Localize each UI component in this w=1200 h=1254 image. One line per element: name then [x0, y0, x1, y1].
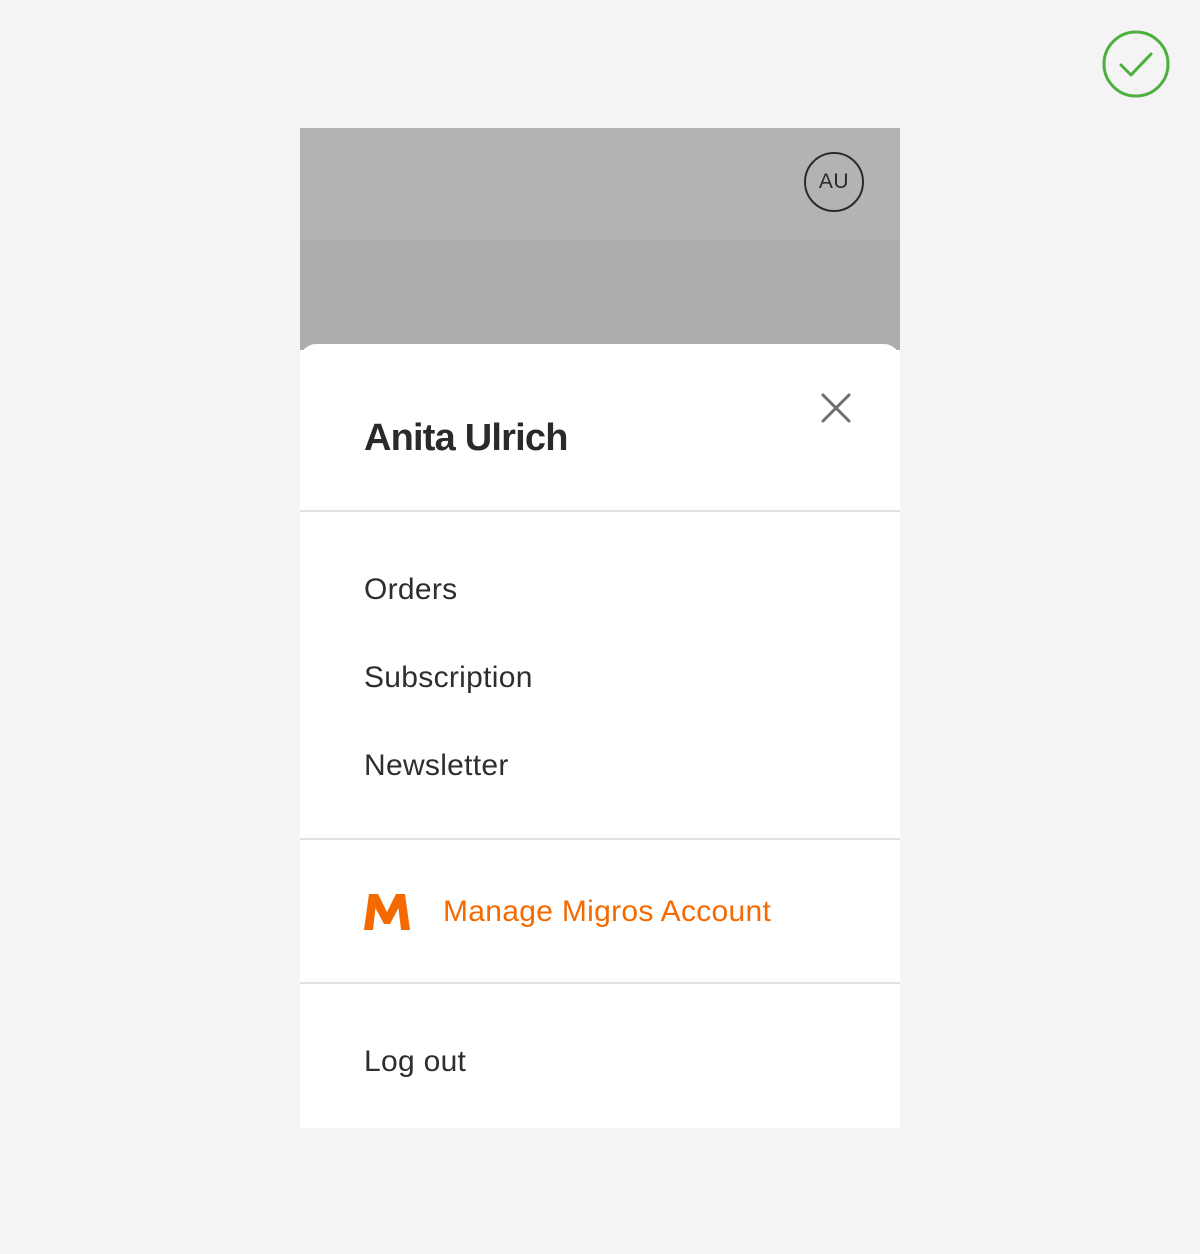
logout-button[interactable]: Log out — [364, 1042, 466, 1082]
account-menu-sheet: Anita Ulrich Orders Subscription Newslet… — [300, 344, 900, 1128]
avatar-initials: AU — [818, 170, 850, 193]
app-header: AU — [300, 128, 900, 240]
close-icon[interactable] — [816, 388, 856, 428]
check-circle-icon — [1102, 30, 1170, 98]
manage-migros-account-link[interactable]: Manage Migros Account — [364, 890, 771, 934]
migros-logo-icon — [364, 894, 410, 930]
app-subheader — [300, 240, 900, 350]
divider — [300, 982, 900, 984]
avatar-button[interactable]: AU — [804, 152, 864, 212]
manage-migros-account-label: Manage Migros Account — [443, 895, 772, 928]
user-name-title: Anita Ulrich — [364, 417, 568, 459]
menu-item-newsletter[interactable]: Newsletter — [364, 746, 509, 786]
menu-item-subscription[interactable]: Subscription — [364, 658, 533, 698]
divider — [300, 510, 900, 512]
menu-item-orders[interactable]: Orders — [364, 570, 458, 610]
mobile-screen: AU Anita Ulrich Orders Subscription News… — [300, 128, 900, 1128]
divider — [300, 838, 900, 840]
